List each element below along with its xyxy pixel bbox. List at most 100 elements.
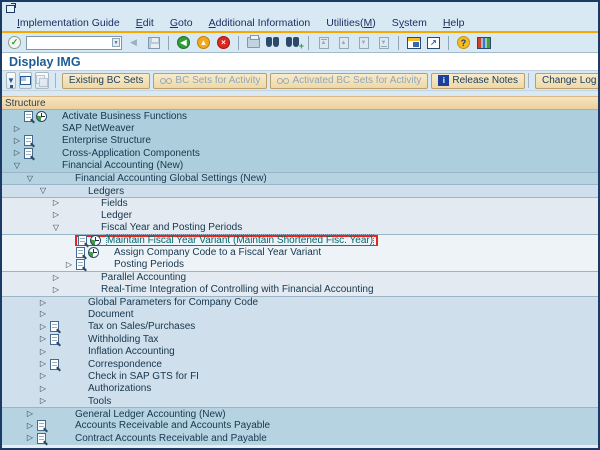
img-documentation-icon[interactable] xyxy=(50,359,59,370)
tree-row[interactable]: ▷Ledger xyxy=(2,209,598,221)
tree-row[interactable]: ▷ Enterprise Structure xyxy=(2,135,598,147)
execute-activity-icon[interactable] xyxy=(90,235,101,246)
tree-row[interactable]: ▷ Withholding Tax xyxy=(2,333,598,345)
menu-item-help[interactable]: Help xyxy=(436,16,472,30)
tree-row[interactable]: ▷Authorizations xyxy=(2,383,598,395)
tree-row[interactable]: ▷Contract Accounts Receivable and Payabl… xyxy=(2,432,598,444)
tree-row[interactable]: ▽ Fiscal Year and Posting Periods xyxy=(2,222,598,234)
tree-row[interactable]: ▷ Cross-Application Components xyxy=(2,147,598,159)
tree-item-label[interactable]: Withholding Tax xyxy=(88,334,158,345)
tree-row[interactable]: ▷ Check in SAP GTS for FI xyxy=(2,370,598,382)
tree-item-label[interactable]: Document xyxy=(88,309,134,320)
command-input[interactable] xyxy=(28,37,112,48)
find-next-icon[interactable]: + xyxy=(285,35,302,51)
menu-item-edit[interactable]: Edit xyxy=(129,16,161,30)
tree-item-label[interactable]: Accounts Receivable and Accounts Payable xyxy=(75,420,270,431)
expand-node-icon[interactable]: ▷ xyxy=(36,360,50,368)
expand-node-icon[interactable]: ▷ xyxy=(23,410,37,418)
tree-row[interactable]: ▷ Tools xyxy=(2,395,598,407)
expand-node-icon[interactable]: ▷ xyxy=(49,286,63,294)
tree-item-label[interactable]: Activate Business Functions xyxy=(62,111,187,122)
tree-item-label[interactable]: Inflation Accounting xyxy=(88,346,175,357)
filter-icon[interactable]: ▼ xyxy=(6,72,16,89)
tree-item-label[interactable]: Posting Periods xyxy=(114,259,184,270)
tree-item-label[interactable]: Financial Accounting Global Settings (Ne… xyxy=(75,173,267,184)
tree-item-label[interactable]: SAP NetWeaver xyxy=(62,123,134,134)
expand-node-icon[interactable]: ▷ xyxy=(36,335,50,343)
menu-item-additional-information[interactable]: Additional Information xyxy=(202,16,318,30)
collapse-node-icon[interactable]: ▽ xyxy=(49,224,63,232)
execute-activity-icon[interactable] xyxy=(36,111,47,122)
tree-item-label[interactable]: Maintain Fiscal Year Variant (Maintain S… xyxy=(107,235,373,246)
execute-activity-icon[interactable] xyxy=(88,247,99,258)
tree-item-label[interactable]: Assign Company Code to a Fiscal Year Var… xyxy=(114,247,321,258)
img-documentation-icon[interactable] xyxy=(50,321,59,332)
existing-bc-sets-button[interactable]: Existing BC Sets xyxy=(62,73,150,89)
tree-item-label[interactable]: Contract Accounts Receivable and Payable xyxy=(75,433,267,444)
tree-item-label[interactable]: General Ledger Accounting (New) xyxy=(75,409,226,420)
tree-row[interactable]: ▷Fields xyxy=(2,197,598,209)
tree-row[interactable]: ▽Financial Accounting Global Settings (N… xyxy=(2,172,598,184)
tree-row[interactable]: ▽Ledgers xyxy=(2,184,598,196)
menu-item-goto[interactable]: Goto xyxy=(163,16,200,30)
tree-row[interactable]: ▷ Inflation Accounting xyxy=(2,345,598,357)
tree-row[interactable]: ▷Global Parameters for Company Code xyxy=(2,296,598,308)
img-documentation-icon[interactable] xyxy=(24,135,33,146)
tree-row[interactable]: ▷Posting Periods xyxy=(2,259,598,271)
help-icon[interactable]: ? xyxy=(455,35,472,51)
tree-row[interactable]: Activate Business Functions xyxy=(2,110,598,122)
enter-icon[interactable]: ✓ xyxy=(6,35,23,51)
tree-item-label[interactable]: Ledger xyxy=(101,210,132,221)
tree-row[interactable]: ▷ Tax on Sales/Purchases xyxy=(2,321,598,333)
command-field[interactable]: ▼ xyxy=(26,36,122,50)
expand-node-icon[interactable]: ▷ xyxy=(10,149,24,157)
expand-node-icon[interactable]: ▷ xyxy=(36,372,50,380)
new-session-icon[interactable] xyxy=(405,35,422,51)
back-icon[interactable]: ◀ xyxy=(175,35,192,51)
tree-row[interactable]: ▷ SAP NetWeaver xyxy=(2,122,598,134)
img-documentation-icon[interactable] xyxy=(24,111,33,122)
tree-item-label[interactable]: Financial Accounting (New) xyxy=(62,160,183,171)
tree-item-label[interactable]: Real-Time Integration of Controlling wit… xyxy=(101,284,374,295)
img-documentation-icon[interactable] xyxy=(37,433,46,444)
exit-icon[interactable]: ▲ xyxy=(195,35,212,51)
img-documentation-icon[interactable] xyxy=(76,247,85,258)
expand-node-icon[interactable]: ▷ xyxy=(36,323,50,331)
release-notes-button[interactable]: iRelease Notes xyxy=(431,73,525,89)
img-documentation-icon[interactable] xyxy=(50,334,59,345)
menu-item-utilities-m[interactable]: Utilities(M) xyxy=(319,16,383,30)
tree-item-label[interactable]: Correspondence xyxy=(88,359,162,370)
tree-row[interactable]: ▷ Real-Time Integration of Controlling wi… xyxy=(2,283,598,295)
tree-item-label[interactable]: Cross-Application Components xyxy=(62,148,200,159)
menu-item-implementation-guide[interactable]: Implementation Guide xyxy=(10,16,127,30)
detail-screen-icon[interactable] xyxy=(19,72,32,89)
tree-row[interactable]: ▷ General Ledger Accounting (New) xyxy=(2,407,598,419)
tree-row[interactable]: Assign Company Code to a Fiscal Year Var… xyxy=(2,246,598,258)
img-documentation-icon[interactable] xyxy=(37,420,46,431)
expand-node-icon[interactable]: ▷ xyxy=(49,274,63,282)
img-documentation-icon[interactable] xyxy=(78,235,87,246)
expand-node-icon[interactable]: ▷ xyxy=(10,125,24,133)
expand-node-icon[interactable]: ▷ xyxy=(36,397,50,405)
tree-item-label[interactable]: Tools xyxy=(88,396,111,407)
customize-layout-icon[interactable] xyxy=(475,35,492,51)
collapse-node-icon[interactable]: ▽ xyxy=(36,187,50,195)
expand-node-icon[interactable]: ▷ xyxy=(23,422,37,430)
img-documentation-icon[interactable] xyxy=(24,148,33,159)
expand-node-icon[interactable]: ▷ xyxy=(36,348,50,356)
tree-row[interactable]: ▽Financial Accounting (New) xyxy=(2,160,598,172)
tree-item-label[interactable]: Parallel Accounting xyxy=(101,272,186,283)
expand-node-icon[interactable]: ▷ xyxy=(36,310,50,318)
tree-row[interactable]: ▷ Accounts Receivable and Accounts Payabl… xyxy=(2,420,598,432)
tree-item-label[interactable]: Enterprise Structure xyxy=(62,135,151,146)
create-shortcut-icon[interactable]: ↗ xyxy=(425,35,442,51)
expand-node-icon[interactable]: ▷ xyxy=(36,299,50,307)
tree-row[interactable]: ▷ Correspondence xyxy=(2,358,598,370)
tree-item-label[interactable]: Tax on Sales/Purchases xyxy=(88,321,195,332)
system-menu-icon[interactable] xyxy=(6,5,15,13)
expand-node-icon[interactable]: ▷ xyxy=(49,199,63,207)
tree-item-label[interactable]: Fiscal Year and Posting Periods xyxy=(101,222,242,233)
tree-item-label[interactable]: Check in SAP GTS for FI xyxy=(88,371,199,382)
tree-row[interactable]: ▷ Document xyxy=(2,308,598,320)
expand-node-icon[interactable]: ▷ xyxy=(10,137,24,145)
